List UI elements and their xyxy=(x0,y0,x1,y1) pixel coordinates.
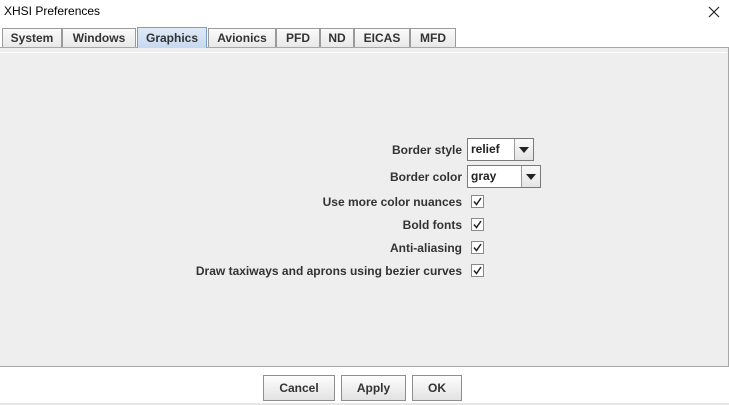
tab-system[interactable]: System xyxy=(2,28,62,47)
tab-strip: System Windows Graphics Avionics PFD ND … xyxy=(0,27,729,48)
title-bar: XHSI Preferences xyxy=(0,0,729,24)
tab-nd[interactable]: ND xyxy=(320,28,354,47)
tab-windows[interactable]: Windows xyxy=(62,28,136,47)
chevron-down-icon xyxy=(514,139,533,160)
bezier-curves-checkbox[interactable] xyxy=(471,264,484,277)
tab-graphics[interactable]: Graphics xyxy=(137,27,207,48)
tab-pfd[interactable]: PFD xyxy=(276,28,320,47)
border-style-select[interactable]: relief xyxy=(467,138,534,161)
window-title: XHSI Preferences xyxy=(4,4,101,18)
chevron-down-icon xyxy=(521,166,540,187)
cancel-button[interactable]: Cancel xyxy=(263,375,335,401)
border-color-select[interactable]: gray xyxy=(467,165,541,188)
border-style-value: relief xyxy=(471,142,500,156)
color-nuances-label: Use more color nuances xyxy=(322,195,462,209)
bezier-curves-label: Draw taxiways and aprons using bezier cu… xyxy=(195,264,462,278)
border-color-value: gray xyxy=(471,169,497,183)
bold-fonts-checkbox[interactable] xyxy=(471,218,484,231)
checkmark-icon xyxy=(473,243,482,252)
checkmark-icon xyxy=(473,220,482,229)
checkmark-icon xyxy=(473,266,482,275)
tab-eicas[interactable]: EICAS xyxy=(354,28,410,47)
apply-button[interactable]: Apply xyxy=(341,375,406,401)
tab-avionics[interactable]: Avionics xyxy=(208,28,276,47)
border-style-label: Border style xyxy=(391,143,462,157)
border-color-label: Border color xyxy=(389,170,462,184)
ok-button[interactable]: OK xyxy=(412,375,462,401)
anti-aliasing-label: Anti-aliasing xyxy=(389,241,462,255)
bold-fonts-label: Bold fonts xyxy=(402,218,462,232)
close-icon xyxy=(708,6,720,18)
checkmark-icon xyxy=(473,197,482,206)
anti-aliasing-checkbox[interactable] xyxy=(471,241,484,254)
tab-mfd[interactable]: MFD xyxy=(410,28,456,47)
dialog-buttons: Cancel Apply OK xyxy=(0,375,729,401)
panel-content xyxy=(0,52,727,366)
close-button[interactable] xyxy=(699,0,729,24)
color-nuances-checkbox[interactable] xyxy=(471,195,484,208)
